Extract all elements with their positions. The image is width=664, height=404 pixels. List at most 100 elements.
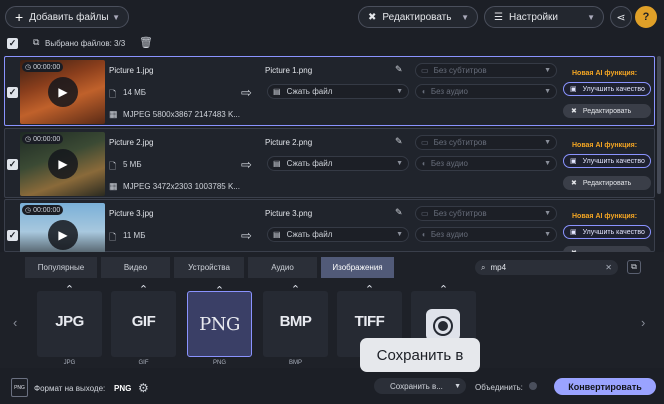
add-files-button[interactable]: + Добавить файлы ▼ — [5, 6, 129, 28]
play-icon: ▶ — [58, 85, 68, 99]
convert-button[interactable]: Конвертировать — [554, 378, 656, 395]
files-icon: ⧉ — [33, 37, 40, 47]
source-filename: Picture 1.jpg — [109, 66, 154, 75]
chevron-down-icon: ▼ — [396, 160, 403, 167]
file-size: 5 МБ — [123, 160, 142, 169]
improve-quality-button[interactable]: ▣ Улучшить качество — [563, 225, 651, 239]
manage-formats-button[interactable]: ⧉ — [627, 260, 641, 274]
audio-label: Без аудио — [430, 159, 468, 168]
output-format-icon: PNG — [11, 378, 28, 397]
improve-quality-button[interactable]: ▣ Улучшить качество — [563, 82, 651, 96]
subtitles-dropdown[interactable]: ▭ Без субтитров ▼ — [415, 206, 557, 221]
convert-arrow-icon: ⇨ — [241, 85, 252, 100]
improve-label: Улучшить качество — [582, 85, 645, 93]
tools-icon: ✖ — [571, 108, 577, 115]
improve-quality-button[interactable]: ▣ Улучшить качество — [563, 154, 651, 168]
rename-pencil-icon[interactable]: ✎ — [395, 207, 403, 218]
source-filename: Picture 3.jpg — [109, 209, 154, 218]
save-to-tooltip: Сохранить в — [360, 338, 480, 378]
formats-prev-button[interactable]: ‹ — [13, 315, 17, 330]
format-tile-png[interactable]: ⌃ PNG — [187, 285, 252, 357]
tab-popular[interactable]: Популярные — [25, 257, 97, 278]
chevron-down-icon: ▼ — [112, 12, 120, 22]
compress-dropdown[interactable]: ▤ Сжать файл ▼ — [267, 84, 409, 99]
compress-dropdown[interactable]: ▤ Сжать файл ▼ — [267, 227, 409, 242]
settings-button[interactable]: ☰ Настройки ▼ — [484, 6, 604, 28]
enhance-icon: ▣ — [570, 229, 577, 236]
add-files-label: Добавить файлы — [29, 11, 109, 23]
file-checkbox[interactable]: ✓ — [7, 159, 18, 170]
play-button[interactable]: ▶ — [48, 149, 78, 179]
subtitles-dropdown[interactable]: ▭ Без субтитров ▼ — [415, 63, 557, 78]
output-filename: Picture 2.png — [265, 138, 313, 147]
formats-next-button[interactable]: › — [641, 315, 645, 330]
save-to-dropdown[interactable]: Сохранить в... ▼ — [374, 378, 466, 394]
edit-menu-button[interactable]: ✖ Редактировать ▼ — [358, 6, 478, 28]
camera-icon — [426, 309, 460, 341]
tab-devices[interactable]: Устройства — [174, 257, 244, 278]
play-icon: ▶ — [58, 228, 68, 242]
file-row[interactable]: ✓ ◷ 00:00:00 ▶ Picture 1.jpg 🗋 14 МБ ▦ M… — [4, 56, 655, 126]
clear-search-icon[interactable]: ✕ — [605, 263, 612, 272]
improve-label: Улучшить качество — [582, 228, 645, 236]
compress-label: Сжать файл — [286, 87, 333, 96]
convert-arrow-icon: ⇨ — [241, 228, 252, 243]
file-icon: 🗋 — [109, 232, 117, 242]
file-size: 14 МБ — [123, 88, 147, 97]
audio-dropdown[interactable]: ◖ Без аудио ▼ — [415, 227, 557, 242]
output-filename: Picture 1.png — [265, 66, 313, 75]
save-to-label: Сохранить в... — [390, 381, 443, 391]
clock-icon: ◷ — [25, 64, 32, 71]
edit-file-button[interactable]: ✖ Редактировать — [563, 176, 651, 190]
file-thumbnail[interactable]: ◷ 00:00:00 ▶ — [20, 60, 105, 124]
chevron-down-icon: ▼ — [544, 88, 551, 95]
audio-icon: ◖ — [421, 230, 426, 239]
tab-images[interactable]: Изображения — [321, 257, 394, 278]
compress-label: Сжать файл — [286, 159, 333, 168]
file-checkbox[interactable]: ✓ — [7, 87, 18, 98]
share-button[interactable]: ⋖ — [610, 6, 632, 28]
file-meta: MJPEG 3472x2303 1003785 K... — [123, 182, 240, 191]
file-row[interactable]: ✓ ◷ 00:00:00 ▶ Picture 3.jpg 🗋 11 МБ ▦ ⇨… — [4, 199, 655, 267]
format-tile-bmp[interactable]: ⌃ BMP — [263, 284, 328, 357]
tab-audio[interactable]: Аудио — [248, 257, 317, 278]
play-button[interactable]: ▶ — [48, 77, 78, 107]
rename-pencil-icon[interactable]: ✎ — [395, 136, 403, 147]
plus-icon: + — [15, 9, 24, 25]
enhance-icon: ▣ — [570, 86, 577, 93]
rename-pencil-icon[interactable]: ✎ — [395, 64, 403, 75]
gear-icon[interactable]: ⚙ — [138, 381, 149, 395]
subtitles-icon: ▭ — [421, 138, 429, 147]
chevron-down-icon: ▼ — [544, 160, 551, 167]
search-icon: ⌕ — [481, 262, 486, 272]
compress-dropdown[interactable]: ▤ Сжать файл ▼ — [267, 156, 409, 171]
codec-icon: ▦ — [109, 181, 118, 191]
format-tile-jpg[interactable]: ⌃ JPG — [37, 284, 102, 357]
audio-dropdown[interactable]: ◖ Без аудио ▼ — [415, 156, 557, 171]
duration-badge: ◷ 00:00:00 — [22, 62, 64, 72]
chevron-up-icon: ⌃ — [214, 285, 225, 297]
search-input[interactable]: mp4 — [490, 263, 506, 272]
merge-toggle[interactable] — [529, 382, 537, 390]
audio-icon: ◖ — [421, 159, 426, 168]
share-icon: ⋖ — [616, 11, 626, 24]
tab-video[interactable]: Видео — [101, 257, 170, 278]
menu-icon: ☰ — [494, 11, 503, 23]
select-all-checkbox[interactable]: ✓ — [7, 38, 18, 49]
scrollbar[interactable] — [657, 56, 661, 194]
play-button[interactable]: ▶ — [48, 220, 78, 250]
search-box[interactable]: ⌕ mp4 ✕ — [475, 260, 618, 275]
duration-badge: ◷ 00:00:00 — [22, 205, 64, 215]
help-button[interactable]: ? — [635, 6, 657, 28]
format-label: BMP — [288, 360, 302, 366]
audio-dropdown[interactable]: ◖ Без аудио ▼ — [415, 84, 557, 99]
file-row[interactable]: ✓ ◷ 00:00:00 ▶ Picture 2.jpg 🗋 5 МБ ▦ MJ… — [4, 128, 655, 198]
edit-file-button[interactable]: ✖ Редактировать — [563, 104, 651, 118]
file-checkbox[interactable]: ✓ — [7, 230, 18, 241]
trash-icon[interactable]: 🗑 — [139, 36, 153, 49]
subtitles-dropdown[interactable]: ▭ Без субтитров ▼ — [415, 135, 557, 150]
format-tile-gif[interactable]: ⌃ GIF — [111, 284, 176, 357]
chevron-down-icon: ▼ — [544, 231, 551, 238]
tooltip-text: Сохранить в — [376, 346, 464, 364]
file-thumbnail[interactable]: ◷ 00:00:00 ▶ — [20, 132, 105, 196]
